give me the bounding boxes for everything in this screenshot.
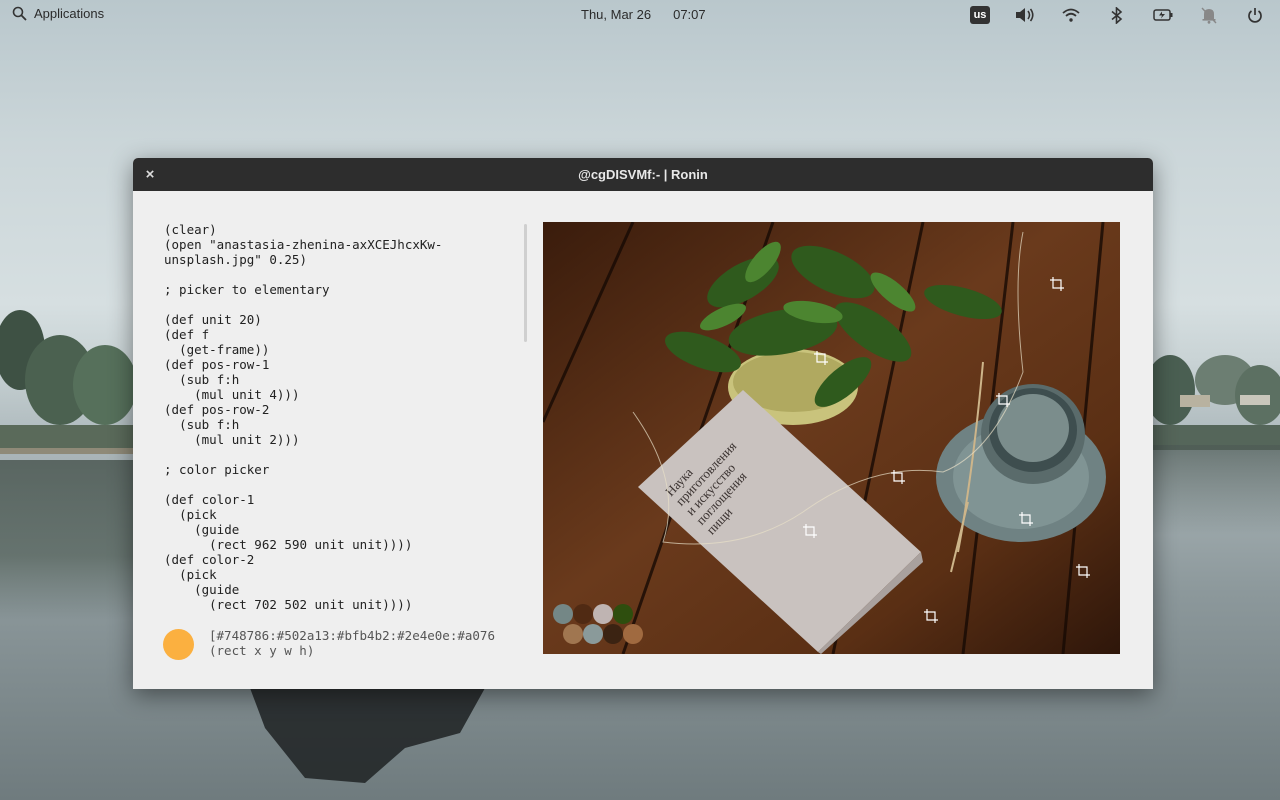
crop-marker-icon[interactable] xyxy=(924,609,938,623)
canvas-photo: Наука приготовления и искусство поглощен… xyxy=(543,222,1120,654)
palette-color-8 xyxy=(623,624,643,644)
top-panel: Applications Thu, Mar 26 07:07 us xyxy=(0,0,1280,30)
wifi-icon[interactable] xyxy=(1060,4,1082,26)
code-editor[interactable]: (clear) (open "anastasia-zhenina-axXCEJh… xyxy=(164,222,519,622)
color-swatch xyxy=(163,629,194,660)
palette-color-2 xyxy=(573,604,593,624)
crop-marker-icon[interactable] xyxy=(1050,277,1064,291)
desktop-reflection-left xyxy=(0,460,135,620)
palette-color-5 xyxy=(563,624,583,644)
indicator-area: us xyxy=(970,4,1266,26)
palette-color-3 xyxy=(593,604,613,624)
desktop-reflection-right xyxy=(1150,445,1280,535)
volume-icon[interactable] xyxy=(1014,4,1036,26)
keyboard-layout-indicator[interactable]: us xyxy=(970,6,990,24)
notifications-off-icon[interactable] xyxy=(1198,4,1220,26)
search-icon xyxy=(12,6,27,21)
window-title: @cgDISVMf:- | Ronin xyxy=(578,167,708,182)
palette-color-4 xyxy=(613,604,633,624)
ronin-canvas[interactable]: Наука приготовления и искусство поглощен… xyxy=(543,222,1120,654)
bluetooth-icon[interactable] xyxy=(1106,4,1128,26)
battery-icon[interactable] xyxy=(1152,4,1174,26)
power-icon[interactable] xyxy=(1244,4,1266,26)
desktop-trees-left xyxy=(0,310,135,454)
crop-marker-icon[interactable] xyxy=(996,393,1010,407)
editor-scrollbar[interactable] xyxy=(524,224,527,342)
applications-label: Applications xyxy=(34,6,105,21)
status-palette-text: [#748786:#502a13:#bfb4b2:#2e4e0e:#a076 xyxy=(209,628,495,643)
date-label: Thu, Mar 26 xyxy=(581,7,652,22)
crop-marker-icon[interactable] xyxy=(1019,512,1033,526)
status-hint-text: (rect x y w h) xyxy=(209,643,315,658)
ronin-window: × @cgDISVMf:- | Ronin (clear) (open "ana… xyxy=(133,158,1153,689)
clock[interactable]: Thu, Mar 26 07:07 xyxy=(581,7,706,22)
picked-palette xyxy=(551,602,651,647)
palette-color-1 xyxy=(553,604,573,624)
desktop-trees-right xyxy=(1150,355,1280,450)
window-titlebar[interactable]: × @cgDISVMf:- | Ronin xyxy=(133,158,1153,191)
crop-marker-icon[interactable] xyxy=(803,524,817,538)
desktop-pier-reflection xyxy=(250,688,485,783)
palette-color-7 xyxy=(603,624,623,644)
palette-color-6 xyxy=(583,624,603,644)
status-bar: [#748786:#502a13:#bfb4b2:#2e4e0e:#a076 (… xyxy=(209,628,495,658)
crop-marker-icon[interactable] xyxy=(1076,564,1090,578)
crop-marker-icon[interactable] xyxy=(891,470,905,484)
applications-menu[interactable]: Applications xyxy=(12,6,104,21)
crop-marker-icon[interactable] xyxy=(814,351,828,365)
time-label: 07:07 xyxy=(673,7,706,22)
